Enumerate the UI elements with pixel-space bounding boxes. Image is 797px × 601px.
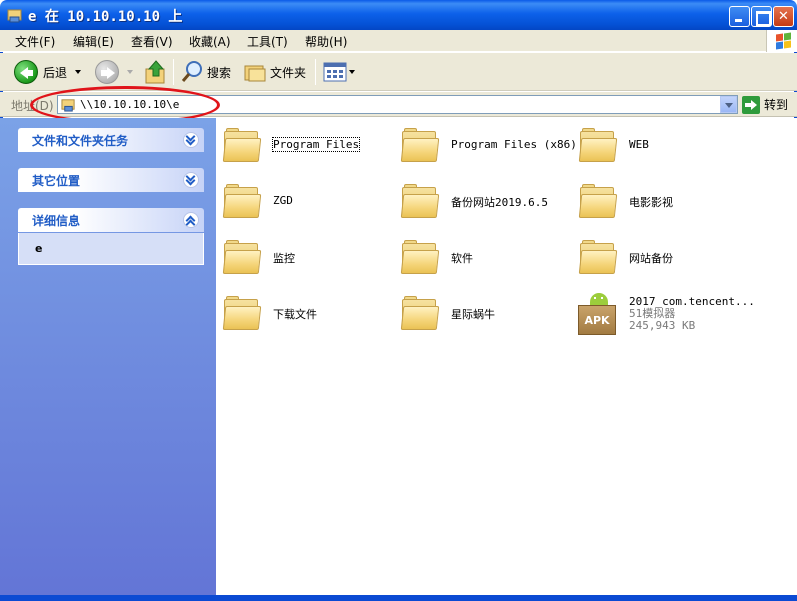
folder-icon — [222, 184, 262, 220]
task-pane: 文件和文件夹任务 其它位置 详细信息 — [0, 118, 216, 595]
windows-logo-icon — [766, 30, 797, 52]
folder-item[interactable]: 星际蜗牛 — [394, 292, 564, 336]
folder-item[interactable]: 下载文件 — [216, 292, 386, 336]
folder-item[interactable]: 监控 — [216, 236, 386, 280]
folder-item[interactable]: 软件 — [394, 236, 564, 280]
close-button[interactable]: ✕ — [773, 6, 794, 27]
folder-item[interactable]: ZGD — [216, 180, 386, 224]
views-button[interactable] — [323, 57, 355, 87]
chevron-down-icon[interactable] — [183, 131, 199, 148]
search-button[interactable]: 搜索 — [180, 57, 231, 87]
menu-file[interactable]: 文件(F) — [15, 33, 55, 50]
address-dropdown-icon[interactable] — [720, 96, 737, 113]
menu-bar: 文件(F) 编辑(E) 查看(V) 收藏(A) 工具(T) 帮助(H) — [0, 30, 797, 52]
chevron-up-icon[interactable] — [183, 212, 199, 230]
item-name: 星际蜗牛 — [451, 308, 495, 321]
apk-file-item[interactable]: APK 2017_com.tencent... 51模拟器 245,943 KB — [572, 292, 792, 340]
go-label: 转到 — [764, 98, 789, 112]
forward-arrow-icon — [95, 60, 119, 84]
up-folder-icon — [145, 60, 165, 84]
panel-title: 其它位置 — [32, 174, 81, 188]
folder-item[interactable]: Program Files (x86) — [394, 124, 577, 168]
folder-icon — [400, 184, 440, 220]
go-button[interactable]: 转到 — [742, 95, 788, 114]
search-label: 搜索 — [207, 65, 232, 80]
panel-file-tasks[interactable]: 文件和文件夹任务 — [18, 128, 204, 152]
folder-item[interactable]: 备份网站2019.6.5 — [394, 180, 564, 224]
panel-details[interactable]: 详细信息 — [18, 208, 204, 232]
folder-icon — [578, 240, 618, 276]
panel-other-places[interactable]: 其它位置 — [18, 168, 204, 192]
chevron-down-icon[interactable] — [183, 171, 199, 188]
folder-item[interactable]: WEB — [572, 124, 742, 168]
item-name: 下载文件 — [273, 308, 317, 321]
item-name: 监控 — [273, 252, 295, 265]
folder-icon — [578, 184, 618, 220]
maximize-button[interactable] — [751, 6, 772, 27]
item-name: ZGD — [273, 194, 293, 207]
up-folder-button[interactable] — [144, 57, 168, 87]
back-button[interactable]: 后退 — [14, 57, 82, 87]
folder-item[interactable]: Program Files — [216, 124, 386, 168]
folder-icon — [222, 128, 262, 164]
window-bottom-border — [0, 595, 797, 601]
folder-item[interactable]: 网站备份 — [572, 236, 742, 280]
apk-icon: APK — [578, 292, 618, 336]
network-folder-icon — [7, 9, 22, 23]
item-name: Program Files (x86) — [451, 138, 577, 151]
panel-title: 详细信息 — [32, 214, 81, 228]
back-dropdown-icon[interactable] — [75, 70, 82, 74]
menu-help[interactable]: 帮助(H) — [305, 33, 347, 50]
item-name: 电影影视 — [629, 196, 673, 209]
folders-icon — [244, 65, 266, 82]
item-size: 245,943 KB — [629, 319, 696, 332]
item-name: 软件 — [451, 252, 473, 265]
folder-icon — [222, 240, 262, 276]
menu-view[interactable]: 查看(V) — [131, 33, 173, 50]
item-name: Program Files — [271, 137, 361, 152]
folder-item[interactable]: 电影影视 — [572, 180, 742, 224]
toolbar-separator — [173, 59, 174, 85]
item-name: 备份网站2019.6.5 — [451, 196, 548, 209]
maximize-icon — [752, 7, 771, 26]
folder-icon — [222, 296, 262, 332]
views-dropdown-icon — [349, 70, 355, 74]
folder-icon — [400, 240, 440, 276]
folder-icon — [400, 296, 440, 332]
item-name: WEB — [629, 138, 649, 151]
file-list: Program Files Program Files (x86) WEB ZG… — [216, 118, 797, 595]
minimize-icon — [730, 7, 749, 26]
menu-edit[interactable]: 编辑(E) — [73, 33, 114, 50]
folders-label: 文件夹 — [270, 65, 307, 80]
forward-button[interactable] — [95, 57, 133, 87]
panel-title: 文件和文件夹任务 — [32, 134, 129, 148]
back-label: 后退 — [43, 65, 68, 80]
back-arrow-icon — [14, 60, 38, 84]
close-icon: ✕ — [778, 9, 789, 24]
menu-favorites[interactable]: 收藏(A) — [189, 33, 231, 50]
item-name: 网站备份 — [629, 252, 673, 265]
toolbar-separator — [315, 59, 316, 85]
search-icon — [181, 61, 202, 82]
folders-button[interactable]: 文件夹 — [243, 57, 306, 87]
title-bar[interactable]: e 在 10.10.10.10 上 ✕ — [0, 0, 797, 30]
window-title: e 在 10.10.10.10 上 — [28, 9, 183, 25]
go-arrow-icon — [742, 95, 760, 114]
forward-dropdown-icon[interactable] — [127, 70, 133, 74]
details-name: e — [35, 242, 43, 255]
menu-tools[interactable]: 工具(T) — [247, 33, 288, 50]
details-body: e — [18, 233, 204, 265]
folder-icon — [578, 128, 618, 164]
minimize-button[interactable] — [729, 6, 750, 27]
folder-icon — [400, 128, 440, 164]
views-icon — [323, 62, 347, 82]
